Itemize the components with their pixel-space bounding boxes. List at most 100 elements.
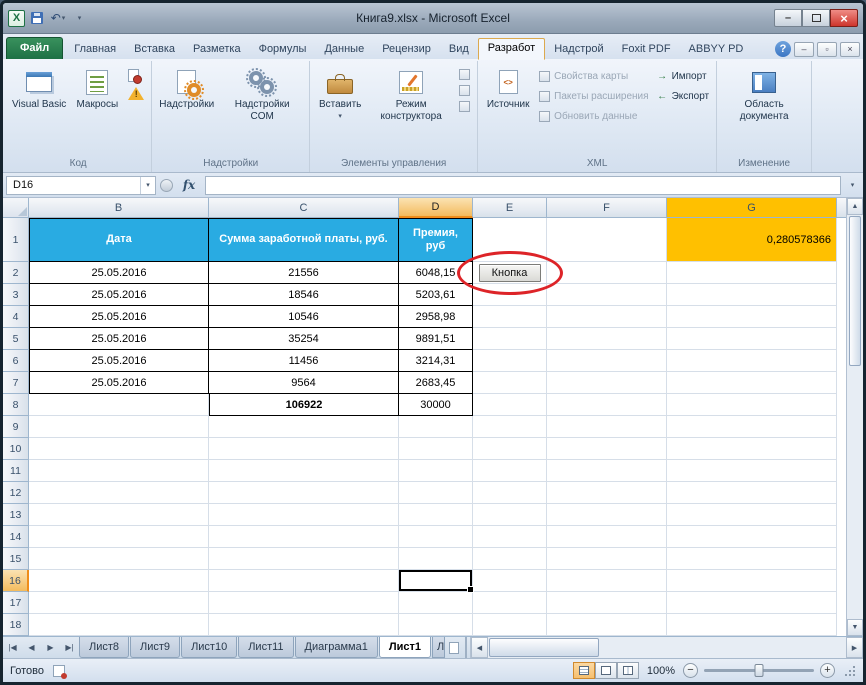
sheet-tab-3[interactable]: Лист10 [181,637,238,658]
cell-D1[interactable]: Премия, руб [399,218,473,262]
cell-B10[interactable] [29,438,209,460]
help-icon[interactable]: ? [775,41,791,57]
zoom-track[interactable] [704,664,814,677]
visual-basic-button[interactable]: Visual Basic [9,64,69,113]
cell-E14[interactable] [473,526,547,548]
sheet-tab-2[interactable]: Лист9 [130,637,181,658]
control-properties-icon[interactable] [459,69,471,80]
cell-E3[interactable] [473,284,547,306]
cell-B12[interactable] [29,482,209,504]
cell-G12[interactable] [667,482,837,504]
workbook-close-icon[interactable]: × [840,41,860,57]
row-header-14[interactable]: 14 [3,526,29,548]
horizontal-scrollbar[interactable]: ◀ ▶ [469,637,863,658]
row-header-2[interactable]: 2 [3,262,29,284]
row-header-7[interactable]: 7 [3,372,29,394]
record-macro-status-icon[interactable] [52,664,67,679]
row-header-1[interactable]: 1 [3,218,29,262]
cell-D5[interactable]: 9891,51 [399,328,473,350]
column-header-D[interactable]: D [399,198,473,218]
insert-function-button[interactable]: fx [177,178,201,192]
cell-G8[interactable] [667,394,837,416]
cell-E5[interactable] [473,328,547,350]
row-header-13[interactable]: 13 [3,504,29,526]
cell-E17[interactable] [473,592,547,614]
form-button-knopka[interactable]: Кнопка [478,263,541,282]
last-sheet-button[interactable]: ▶| [60,637,79,658]
cell-C12[interactable] [209,482,399,504]
cell-E16[interactable] [473,570,547,592]
cell-E15[interactable] [473,548,547,570]
sheet-tab-6[interactable]: Лист1 [378,637,431,658]
resize-grip[interactable] [843,664,856,677]
page-layout-view-button[interactable] [594,662,617,679]
macros-button[interactable]: Макросы [71,64,123,113]
cell-D17[interactable] [399,592,473,614]
cell-F8[interactable] [547,394,667,416]
row-header-12[interactable]: 12 [3,482,29,504]
cell-G14[interactable] [667,526,837,548]
cell-G4[interactable] [667,306,837,328]
ribbon-tab-5[interactable]: Данные [315,40,373,59]
horizontal-scroll-thumb[interactable] [488,638,599,657]
zoom-level[interactable]: 100% [647,665,675,677]
cell-D13[interactable] [399,504,473,526]
cell-C5[interactable]: 35254 [209,328,399,350]
cell-G6[interactable] [667,350,837,372]
zoom-in-icon[interactable]: + [820,663,835,678]
save-button[interactable] [28,9,46,27]
cell-E13[interactable] [473,504,547,526]
undo-dropdown-icon[interactable]: ▾ [62,14,66,22]
column-header-E[interactable]: E [473,198,547,218]
formula-bar-expand-icon[interactable]: ▾ [845,176,860,195]
cell-G3[interactable] [667,284,837,306]
ribbon-tab-file[interactable]: Файл [6,37,64,59]
export-button[interactable]: ← Экспорт [654,88,713,105]
scroll-up-icon[interactable]: ▲ [847,198,863,215]
xml-source-button[interactable]: <> Источник [482,64,534,113]
cell-D10[interactable] [399,438,473,460]
cell-F17[interactable] [547,592,667,614]
cell-F9[interactable] [547,416,667,438]
column-header-C[interactable]: C [209,198,399,218]
document-panel-button[interactable]: Область документа [721,64,807,124]
ribbon-tab-9[interactable]: Надстрой [545,40,612,59]
cell-D18[interactable] [399,614,473,636]
cell-C11[interactable] [209,460,399,482]
name-box-dropdown-icon[interactable]: ▾ [140,176,155,194]
cell-C17[interactable] [209,592,399,614]
cell-G10[interactable] [667,438,837,460]
cell-B3[interactable]: 25.05.2016 [29,284,209,306]
cell-B1[interactable]: Дата [29,218,209,262]
cell-D2[interactable]: 6048,15 [399,262,473,284]
cell-D3[interactable]: 5203,61 [399,284,473,306]
cell-C4[interactable]: 10546 [209,306,399,328]
cell-B18[interactable] [29,614,209,636]
zoom-out-icon[interactable]: − [683,663,698,678]
cell-C16[interactable] [209,570,399,592]
view-code-icon[interactable] [459,85,471,96]
cell-G13[interactable] [667,504,837,526]
vertical-scroll-thumb[interactable] [849,216,861,366]
cell-C14[interactable] [209,526,399,548]
cell-B8[interactable] [29,394,209,416]
cell-D14[interactable] [399,526,473,548]
name-box[interactable]: D16 ▾ [6,175,156,195]
cell-C8[interactable]: 106922 [209,394,399,416]
cell-F7[interactable] [547,372,667,394]
close-button[interactable]: × [830,9,858,27]
cell-G15[interactable] [667,548,837,570]
cell-F1[interactable] [547,218,667,262]
formula-input[interactable] [205,175,841,195]
ribbon-tab-8[interactable]: Разработ [477,38,546,60]
cell-C18[interactable] [209,614,399,636]
row-header-8[interactable]: 8 [3,394,29,416]
cell-F6[interactable] [547,350,667,372]
cell-B2[interactable]: 25.05.2016 [29,262,209,284]
titlebar[interactable]: X ↶ ▾ ▾ Книга9.xlsx - Microsoft Excel – × [3,3,863,34]
row-header-15[interactable]: 15 [3,548,29,570]
cell-G9[interactable] [667,416,837,438]
cell-D9[interactable] [399,416,473,438]
cell-G2[interactable] [667,262,837,284]
row-header-9[interactable]: 9 [3,416,29,438]
